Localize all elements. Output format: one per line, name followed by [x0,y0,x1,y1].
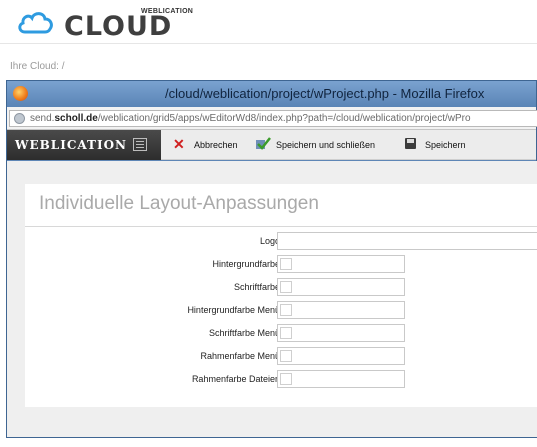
toolbar-logo-text: WEBLICATION [15,138,127,152]
save-and-close-button[interactable]: Speichern und schließen [255,137,385,153]
color-swatch[interactable] [280,304,292,316]
field-label: Schriftfarbe Menü [208,328,280,338]
floppy-disk-icon [405,138,416,149]
field-row-schriftfarbe: Schriftfarbe [25,277,537,297]
field-row-hintergrundfarbe-menu: Hintergrundfarbe Menü [25,300,537,320]
panel-title: Individuelle Layout-Anpassungen [39,193,319,214]
color-swatch[interactable] [280,327,292,339]
layout-panel: Individuelle Layout-Anpassungen Logo Hin… [25,184,537,407]
editor-toolbar: WEBLICATION ✕ Abbrechen Speichern und sc… [7,130,536,160]
field-row-schriftfarbe-menu: Schriftfarbe Menü [25,323,537,343]
color-input[interactable] [277,278,405,296]
color-swatch[interactable] [280,350,292,362]
color-swatch[interactable] [280,281,292,293]
field-row-rahmenfarbe-menu: Rahmenfarbe Menü [25,346,537,366]
breadcrumb[interactable]: Ihre Cloud: / [10,61,64,72]
field-label: Rahmenfarbe Dateien [191,374,280,384]
save-label: Speichern [425,140,466,150]
brand-big-text: CLOUD [64,11,173,42]
field-row-rahmenfarbe-dateien: Rahmenfarbe Dateien [25,369,537,389]
firefox-logo-icon [13,86,28,101]
weblication-toolbar-logo: WEBLICATION [7,130,161,160]
window-title: /cloud/weblication/project/wProject.php … [165,86,485,101]
color-swatch[interactable] [280,373,292,385]
cancel-button[interactable]: ✕ Abbrechen [173,137,243,153]
save-check-icon [256,137,271,150]
field-row-logo: Logo [25,231,537,251]
color-input[interactable] [277,324,405,342]
site-header: WEBLICATION CLOUD [0,0,537,44]
logo-input[interactable] [277,232,537,250]
cancel-label: Abbrechen [194,140,238,150]
weblication-cloud-logo[interactable]: WEBLICATION CLOUD [16,6,193,42]
color-input[interactable] [277,347,405,365]
globe-icon [14,113,25,124]
window-titlebar[interactable]: /cloud/weblication/project/wProject.php … [7,81,536,107]
url-text: send.scholl.de/weblication/grid5/apps/wE… [30,113,471,124]
url-field[interactable]: send.scholl.de/weblication/grid5/apps/wE… [9,110,537,127]
color-input[interactable] [277,301,405,319]
save-button[interactable]: Speichern [404,137,474,153]
field-label: Schriftfarbe [233,282,280,292]
color-input[interactable] [277,255,405,273]
editor-content: Individuelle Layout-Anpassungen Logo Hin… [7,161,537,437]
firefox-window: /cloud/weblication/project/wProject.php … [6,80,537,438]
field-label: Hintergrundfarbe Menü [187,305,280,315]
save-and-close-label: Speichern und schließen [276,140,376,150]
divider [25,226,537,227]
color-swatch[interactable] [280,258,292,270]
field-label: Hintergrundfarbe [212,259,280,269]
cloud-icon [18,12,53,34]
field-label: Rahmenfarbe Menü [200,351,280,361]
field-row-hintergrundfarbe: Hintergrundfarbe [25,254,537,274]
menu-icon[interactable] [133,138,147,151]
close-icon: ✕ [173,136,185,152]
color-input[interactable] [277,370,405,388]
url-bar: send.scholl.de/weblication/grid5/apps/wE… [7,107,537,130]
